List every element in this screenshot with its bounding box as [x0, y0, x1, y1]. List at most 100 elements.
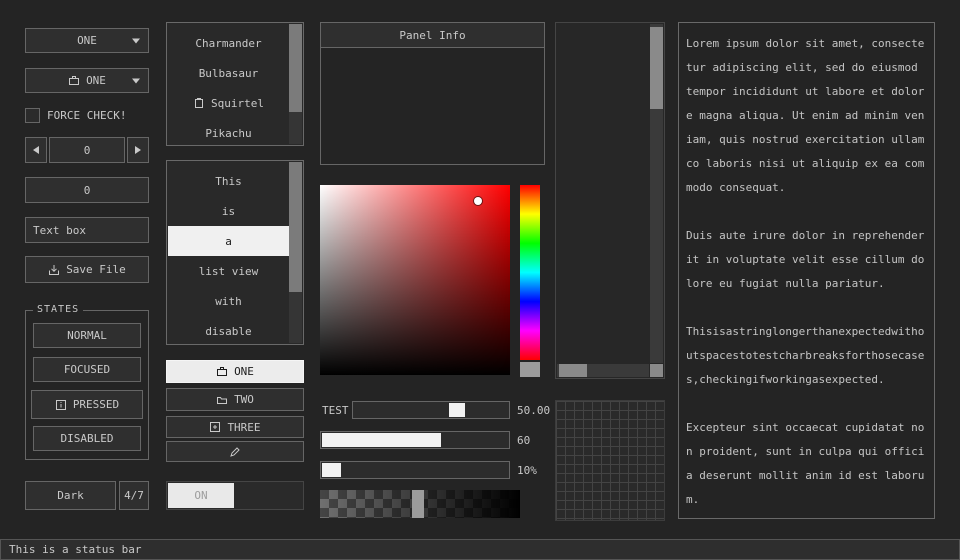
dropdown-one[interactable]: ONE	[25, 28, 149, 53]
horizontal-scrollbar-thumb[interactable]	[559, 364, 587, 377]
scrollbar[interactable]	[289, 162, 302, 343]
disabled-state-button: DISABLED	[33, 426, 141, 451]
list-item[interactable]: Charmander	[168, 28, 289, 58]
states-group: STATES NORMAL FOCUSED PRESSED DISABLED	[25, 310, 149, 460]
list-item-label: list view	[199, 265, 259, 278]
spinner-increment-button[interactable]	[127, 137, 149, 163]
chevron-down-icon	[132, 38, 140, 43]
test-slider[interactable]	[352, 401, 510, 419]
briefcase-icon	[216, 366, 228, 378]
color-picker-area[interactable]	[320, 185, 510, 375]
page-indicator: 4/7	[119, 481, 149, 510]
horizontal-scrollbar[interactable]	[557, 364, 649, 377]
list-item-label: Charmander	[195, 37, 261, 50]
status-bar: This is a status bar	[0, 539, 960, 560]
three-button[interactable]: THREE	[166, 416, 304, 438]
list-item-label: with	[215, 295, 242, 308]
list-item[interactable]: This	[168, 166, 289, 196]
briefcase-icon	[68, 75, 80, 87]
spinner-decrement-button[interactable]	[25, 137, 47, 163]
slider-bar-second[interactable]	[320, 431, 510, 449]
list-item[interactable]: is	[168, 196, 289, 226]
list-item-label: Pikachu	[205, 127, 251, 140]
status-bar-text: This is a status bar	[9, 543, 141, 556]
value-box[interactable]: 0	[25, 177, 149, 203]
checkbox-label: FORCE CHECK!	[47, 109, 126, 122]
three-button-label: THREE	[227, 421, 260, 434]
theme-toggle-button[interactable]: Dark	[25, 481, 116, 510]
widget-gallery-window: { "colors": { "background": "#242424", "…	[0, 0, 960, 560]
color-picker-cursor[interactable]	[474, 197, 482, 205]
one-button[interactable]: ONE	[166, 360, 304, 383]
on-toggle[interactable]: ON	[166, 481, 304, 510]
demo-list-rows: This is a list view with disable	[168, 162, 289, 343]
paragraph: Duis aute irure dolor in reprehenderit i…	[686, 224, 927, 296]
clipboard-icon	[193, 97, 205, 109]
scroll-panel	[555, 22, 665, 379]
list-item-label: a	[225, 235, 232, 248]
list-item[interactable]: Bulbasaur	[168, 58, 289, 88]
list-item-selected[interactable]: a	[168, 226, 289, 256]
list-item[interactable]: Squirtel	[168, 88, 289, 118]
save-file-label: Save File	[66, 263, 126, 276]
pencil-icon	[229, 446, 241, 458]
vertical-scrollbar[interactable]	[650, 24, 663, 363]
lorem-text-panel: Lorem ipsum dolor sit amet, consectetur …	[678, 22, 935, 519]
alpha-slider[interactable]	[320, 490, 520, 518]
paragraph: Lorem ipsum dolor sit amet, consectetur …	[686, 32, 927, 200]
scrollbar-thumb[interactable]	[289, 24, 302, 112]
pressed-state-button[interactable]: PRESSED	[31, 390, 143, 419]
dropdown-two[interactable]: ONE	[25, 68, 149, 93]
plus-box-icon	[209, 421, 221, 433]
pressed-state-label: PRESSED	[73, 398, 119, 411]
checkbox-box[interactable]	[25, 108, 40, 123]
list-item[interactable]: Pikachu	[168, 118, 289, 144]
hue-bar-handle[interactable]	[520, 362, 540, 377]
normal-state-button[interactable]: NORMAL	[33, 323, 141, 348]
list-item-label: Squirtel	[211, 97, 264, 110]
info-box-icon	[55, 399, 67, 411]
spinner-value[interactable]: 0	[49, 137, 125, 163]
list-item-label: disable	[205, 325, 251, 338]
panel-title-bar: Panel Info	[320, 22, 545, 48]
test-slider-handle[interactable]	[449, 403, 465, 417]
panel-body	[320, 47, 545, 165]
slider-bar-third[interactable]	[320, 461, 510, 479]
scrollbar[interactable]	[289, 24, 302, 144]
paragraph: Excepteur sint occaecat cupidatat non pr…	[686, 416, 927, 512]
list-item-label: Bulbasaur	[199, 67, 259, 80]
alpha-slider-handle[interactable]	[412, 490, 424, 518]
save-icon	[48, 264, 60, 276]
pokemon-list-rows: Charmander Bulbasaur Squirtel Pikachu	[168, 24, 289, 144]
scrollbar-thumb[interactable]	[289, 162, 302, 292]
states-group-title: STATES	[33, 304, 83, 315]
list-item-label: is	[222, 205, 235, 218]
chevron-down-icon	[132, 78, 140, 83]
toggle-knob[interactable]: ON	[168, 483, 234, 508]
list-item[interactable]: with	[168, 286, 289, 316]
toggle-label: ON	[194, 489, 207, 502]
hue-bar[interactable]	[520, 185, 540, 360]
force-checkbox[interactable]: FORCE CHECK!	[25, 107, 155, 123]
focused-state-button[interactable]: FOCUSED	[33, 357, 141, 382]
pokemon-list-view[interactable]: Charmander Bulbasaur Squirtel Pikachu	[166, 22, 304, 146]
scrollbar-corner	[650, 364, 663, 377]
pencil-button[interactable]	[166, 441, 304, 462]
list-item[interactable]: disable	[168, 316, 289, 343]
demo-list-view[interactable]: This is a list view with disable	[166, 160, 304, 345]
vertical-scrollbar-thumb[interactable]	[650, 27, 663, 109]
spinner: 0	[25, 137, 149, 163]
folder-icon	[216, 394, 228, 406]
dropdown-two-label: ONE	[86, 74, 106, 87]
arrow-right-icon	[135, 146, 141, 154]
grid-control[interactable]	[555, 400, 665, 521]
one-button-label: ONE	[234, 365, 254, 378]
dropdown-one-label: ONE	[77, 34, 97, 47]
slider-bar-fill[interactable]	[322, 433, 441, 447]
test-slider-label: TEST	[322, 401, 350, 419]
text-box-input[interactable]: Text box	[25, 217, 149, 243]
two-button[interactable]: TWO	[166, 388, 304, 411]
slider-bar-fill[interactable]	[322, 463, 341, 477]
list-item[interactable]: list view	[168, 256, 289, 286]
save-file-button[interactable]: Save File	[25, 256, 149, 283]
